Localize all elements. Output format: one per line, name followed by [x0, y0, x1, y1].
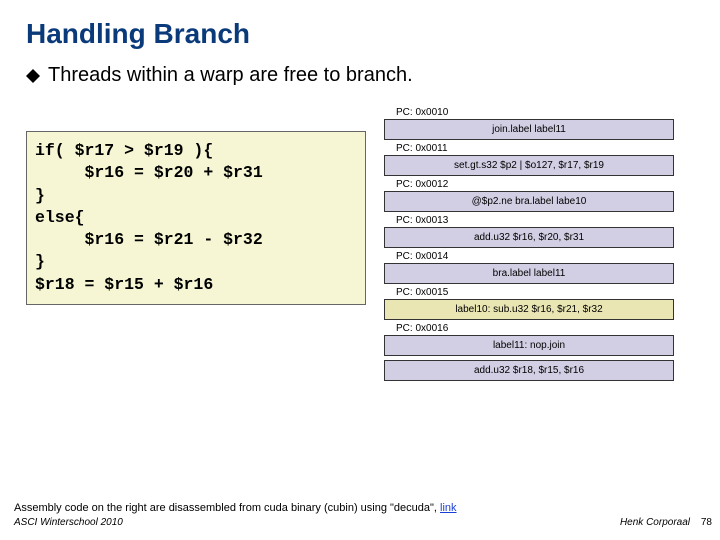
content-row: if( $r17 > $r19 ){ $r16 = $r20 + $r31 } … [26, 105, 694, 381]
asm-line: @$p2.ne bra.label labe10 [384, 191, 674, 212]
footnote-text: Assembly code on the right are disassemb… [14, 502, 440, 514]
asm-line: set.gt.s32 $p2 | $o127, $r17, $r19 [384, 155, 674, 176]
pc-label: PC: 0x0016 [396, 323, 692, 334]
pc-label: PC: 0x0014 [396, 251, 692, 262]
pc-label: PC: 0x0012 [396, 179, 692, 190]
footnote: Assembly code on the right are disassemb… [14, 502, 457, 514]
asm-block: PC: 0x0013 add.u32 $r16, $r20, $r31 [384, 213, 692, 248]
bullet-row: Threads within a warp are free to branch… [26, 64, 694, 87]
diamond-bullet-icon [26, 69, 40, 83]
asm-block: PC: 0x0016 label11: nop.join [384, 321, 692, 356]
source-code-box: if( $r17 > $r19 ){ $r16 = $r20 + $r31 } … [26, 131, 366, 305]
asm-block: PC: 0x0014 bra.label label11 [384, 249, 692, 284]
footer-left: ASCI Winterschool 2010 [14, 517, 123, 528]
asm-block: PC: 0x0012 @$p2.ne bra.label labe10 [384, 177, 692, 212]
asm-line: label10: sub.u32 $r16, $r21, $r32 [384, 299, 674, 320]
asm-line: join.label label11 [384, 119, 674, 140]
asm-line: bra.label label11 [384, 263, 674, 284]
assembly-column: PC: 0x0010 join.label label11 PC: 0x0011… [384, 105, 694, 381]
asm-line: add.u32 $r18, $r15, $r16 [384, 360, 674, 381]
asm-line: add.u32 $r16, $r20, $r31 [384, 227, 674, 248]
asm-block: PC: 0x0015 label10: sub.u32 $r16, $r21, … [384, 285, 692, 320]
asm-line: label11: nop.join [384, 335, 674, 356]
pc-label: PC: 0x0010 [396, 107, 692, 118]
bullet-text: Threads within a warp are free to branch… [48, 64, 413, 87]
pc-label: PC: 0x0013 [396, 215, 692, 226]
page-number: 78 [701, 517, 712, 528]
asm-block: add.u32 $r18, $r15, $r16 [384, 357, 692, 381]
slide-title: Handling Branch [26, 18, 694, 50]
asm-block: PC: 0x0010 join.label label11 [384, 105, 692, 140]
pc-label: PC: 0x0011 [396, 143, 692, 154]
footnote-link[interactable]: link [440, 502, 457, 514]
slide: Handling Branch Threads within a warp ar… [0, 0, 720, 540]
footer-right: Henk Corporaal [620, 517, 690, 528]
pc-label: PC: 0x0015 [396, 287, 692, 298]
asm-block: PC: 0x0011 set.gt.s32 $p2 | $o127, $r17,… [384, 141, 692, 176]
